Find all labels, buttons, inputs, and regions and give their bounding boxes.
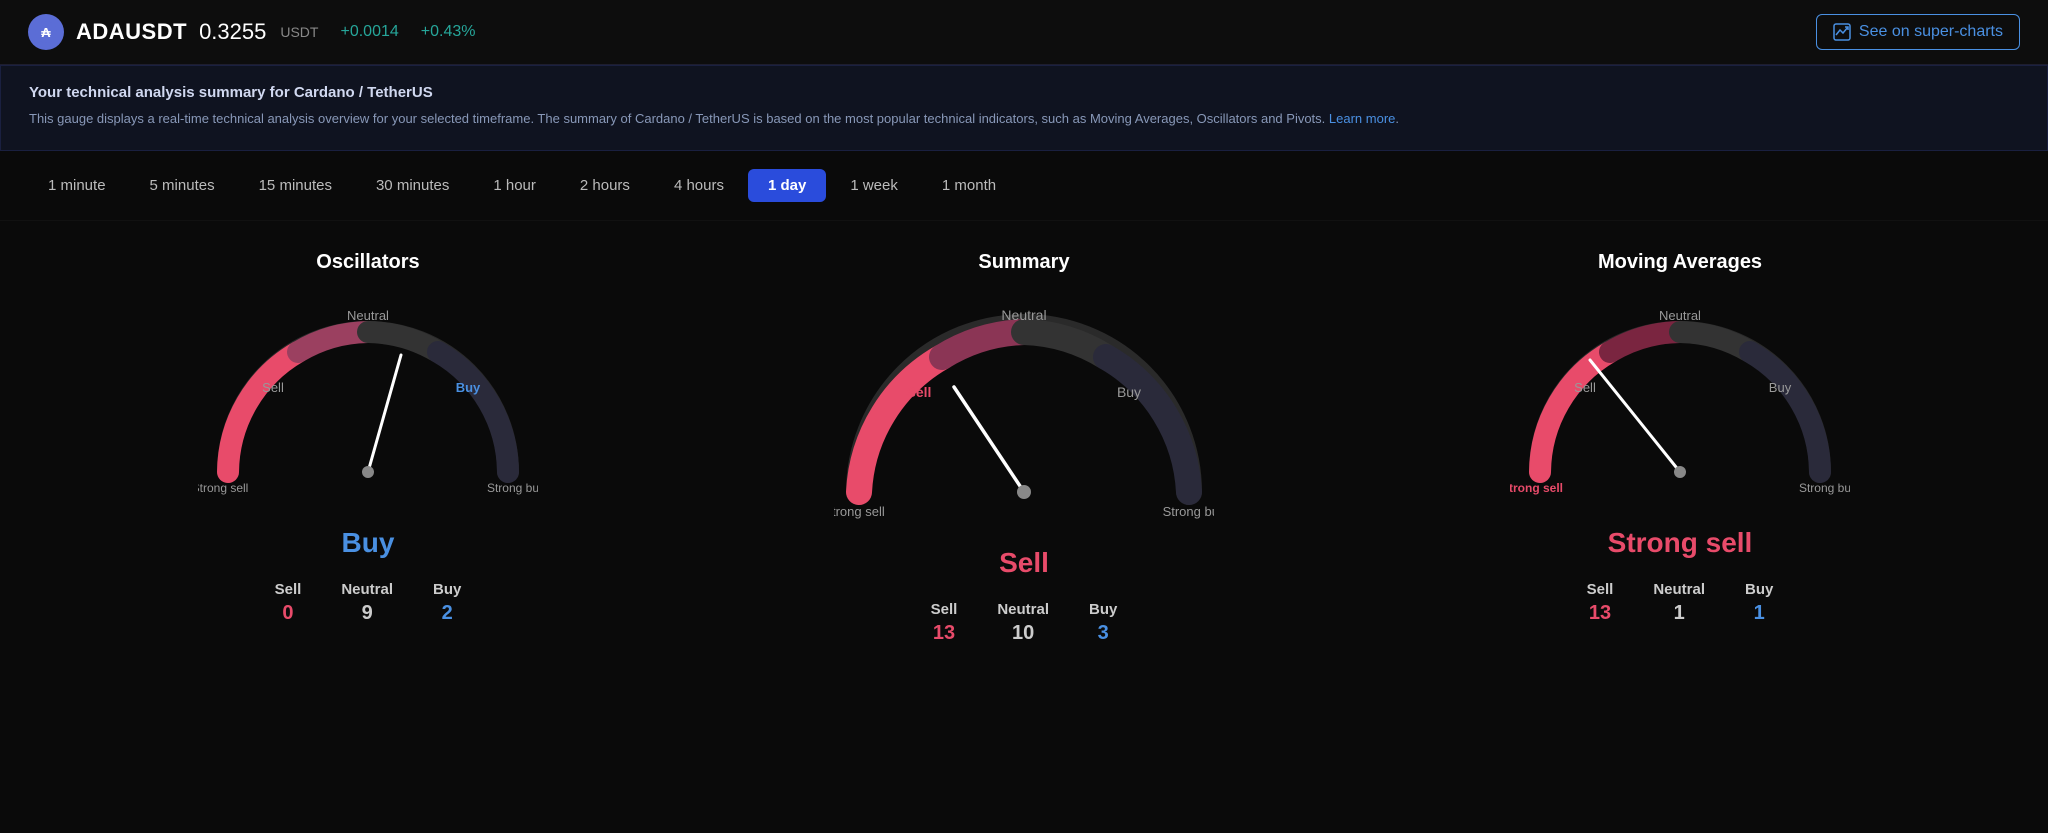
svg-text:Sell: Sell (1574, 380, 1596, 395)
header-left: ₳ ADAUSDT 0.3255 USDT +0.0014 +0.43% (28, 14, 475, 50)
moving-averages-title: Moving Averages (1598, 251, 1762, 274)
oscillators-counts: Sell 0 Neutral 9 Buy 2 (275, 581, 462, 625)
svg-text:Strong buy: Strong buy (487, 481, 538, 495)
svg-text:Sell: Sell (907, 384, 932, 400)
osc-neutral-value: 9 (362, 602, 373, 625)
timeframe-tab-1-month[interactable]: 1 month (922, 169, 1016, 202)
osc-sell-count: Sell 0 (275, 581, 302, 625)
svg-text:Strong buy: Strong buy (1799, 481, 1850, 495)
super-charts-label: See on super-charts (1859, 23, 2003, 41)
sum-sell-label: Sell (931, 601, 958, 618)
svg-text:Strong sell: Strong sell (834, 504, 885, 519)
oscillators-panel: Oscillators Neutral Sell Bu (40, 251, 696, 625)
ma-neutral-count: Neutral 1 (1653, 581, 1705, 625)
summary-gauge: Neutral Sell Buy Strong sell Strong buy (834, 292, 1214, 537)
timeframe-tab-30-minutes[interactable]: 30 minutes (356, 169, 469, 202)
header: ₳ ADAUSDT 0.3255 USDT +0.0014 +0.43% See… (0, 0, 2048, 65)
oscillators-gauge: Neutral Sell Buy Strong sell Strong buy (198, 292, 538, 517)
timeframe-tab-15-minutes[interactable]: 15 minutes (239, 169, 352, 202)
timeframe-tab-1-hour[interactable]: 1 hour (473, 169, 556, 202)
osc-buy-label: Buy (433, 581, 461, 598)
timeframe-bar: 1 minute5 minutes15 minutes30 minutes1 h… (0, 151, 2048, 221)
info-description: This gauge displays a real-time technica… (29, 109, 2019, 130)
info-banner: Your technical analysis summary for Card… (0, 65, 2048, 151)
price-change-abs: +0.0014 (340, 23, 398, 41)
svg-text:Buy: Buy (1769, 380, 1792, 395)
oscillators-svg: Neutral Sell Buy Strong sell Strong buy (198, 292, 538, 512)
osc-buy-count: Buy 2 (433, 581, 461, 625)
svg-text:Buy: Buy (1117, 384, 1141, 400)
moving-averages-panel: Moving Averages Neutral Sell (1352, 251, 2008, 625)
summary-counts: Sell 13 Neutral 10 Buy 3 (931, 601, 1118, 645)
summary-panel: Summary Neutral Sell Buy (696, 251, 1352, 645)
svg-text:Neutral: Neutral (1659, 308, 1701, 323)
timeframe-tab-5-minutes[interactable]: 5 minutes (130, 169, 235, 202)
sum-sell-count: Sell 13 (931, 601, 958, 645)
svg-text:Strong sell: Strong sell (1510, 481, 1563, 495)
timeframe-tab-1-minute[interactable]: 1 minute (28, 169, 126, 202)
price-unit: USDT (280, 24, 318, 40)
osc-buy-value: 2 (442, 602, 453, 625)
sum-buy-value: 3 (1098, 622, 1109, 645)
super-charts-button[interactable]: See on super-charts (1816, 14, 2020, 50)
oscillators-title: Oscillators (316, 251, 419, 274)
gauges-section: Oscillators Neutral Sell Bu (0, 221, 2048, 685)
ma-sell-value: 13 (1589, 602, 1611, 625)
osc-neutral-count: Neutral 9 (341, 581, 393, 625)
ma-svg: Neutral Sell Buy Strong sell Strong buy (1510, 292, 1850, 512)
sum-neutral-label: Neutral (997, 601, 1049, 618)
ma-counts: Sell 13 Neutral 1 Buy 1 (1587, 581, 1774, 625)
ma-buy-label: Buy (1745, 581, 1773, 598)
learn-more-link[interactable]: Learn more (1329, 111, 1395, 126)
ma-sell-count: Sell 13 (1587, 581, 1614, 625)
sum-sell-value: 13 (933, 622, 955, 645)
osc-sell-value: 0 (282, 602, 293, 625)
info-title: Your technical analysis summary for Card… (29, 84, 2019, 101)
timeframe-tab-2-hours[interactable]: 2 hours (560, 169, 650, 202)
ma-sell-label: Sell (1587, 581, 1614, 598)
summary-title: Summary (978, 251, 1069, 274)
sum-buy-count: Buy 3 (1089, 601, 1117, 645)
ma-gauge: Neutral Sell Buy Strong sell Strong buy (1510, 292, 1850, 517)
summary-svg: Neutral Sell Buy Strong sell Strong buy (834, 292, 1214, 532)
timeframe-tab-4-hours[interactable]: 4 hours (654, 169, 744, 202)
sum-buy-label: Buy (1089, 601, 1117, 618)
timeframe-tab-1-week[interactable]: 1 week (830, 169, 918, 202)
ma-result: Strong sell (1608, 527, 1753, 559)
ma-neutral-label: Neutral (1653, 581, 1705, 598)
svg-text:Neutral: Neutral (1001, 307, 1046, 323)
svg-text:Neutral: Neutral (347, 308, 389, 323)
osc-neutral-label: Neutral (341, 581, 393, 598)
timeframe-tab-1-day[interactable]: 1 day (748, 169, 826, 202)
osc-sell-label: Sell (275, 581, 302, 598)
ma-buy-value: 1 (1754, 602, 1765, 625)
svg-text:Strong buy: Strong buy (1163, 504, 1214, 519)
ma-neutral-value: 1 (1674, 602, 1685, 625)
ticker-symbol: ADAUSDT (76, 19, 187, 45)
svg-text:Buy: Buy (456, 380, 481, 395)
svg-text:₳: ₳ (41, 25, 51, 40)
svg-text:Strong sell: Strong sell (198, 481, 248, 495)
coin-icon: ₳ (28, 14, 64, 50)
oscillators-result: Buy (342, 527, 395, 559)
sum-neutral-count: Neutral 10 (997, 601, 1049, 645)
chart-icon (1833, 23, 1851, 41)
summary-result: Sell (999, 547, 1049, 579)
price-change-pct: +0.43% (421, 23, 476, 41)
price-value: 0.3255 (199, 19, 266, 45)
sum-neutral-value: 10 (1012, 622, 1034, 645)
ma-buy-count: Buy 1 (1745, 581, 1773, 625)
svg-text:Sell: Sell (262, 380, 284, 395)
